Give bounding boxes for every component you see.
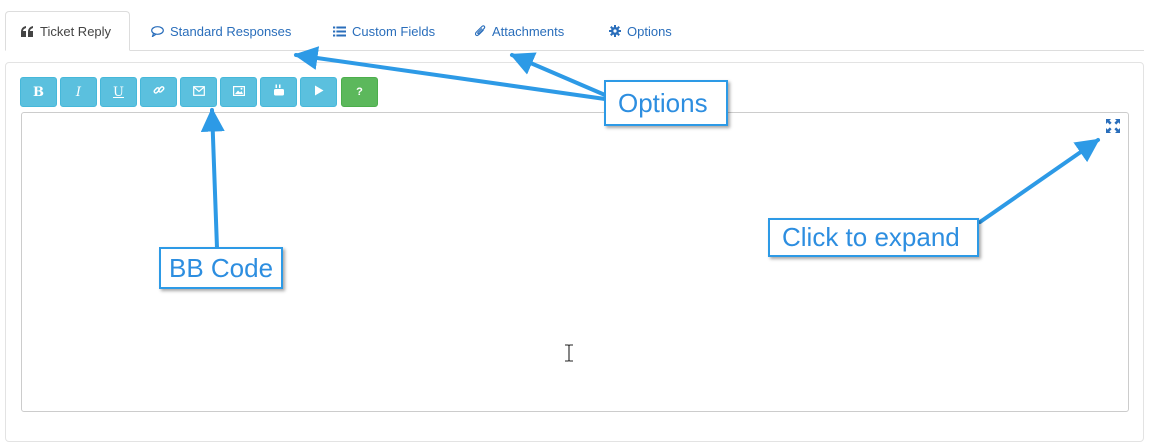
- tab-attachments[interactable]: Attachments: [475, 11, 564, 51]
- comment-icon: [151, 25, 164, 37]
- quote-icon: [21, 25, 34, 37]
- tab-label: Custom Fields: [352, 23, 436, 39]
- tab-label: Ticket Reply: [40, 23, 112, 39]
- expand-editor-button[interactable]: [1106, 119, 1120, 133]
- tab-label: Standard Responses: [170, 23, 292, 39]
- list-icon: [333, 26, 346, 37]
- reply-tabs: Ticket Reply Standard Responses Custom F…: [0, 0, 1149, 52]
- bb-code-callout: BB Code: [159, 247, 283, 289]
- expand-callout: Click to expand: [768, 218, 979, 257]
- text-cursor-icon: [564, 344, 574, 362]
- underline-button[interactable]: U: [100, 77, 137, 107]
- bold-button[interactable]: B: [20, 77, 57, 107]
- options-callout: Options: [604, 80, 728, 126]
- link-button[interactable]: [140, 77, 177, 107]
- tab-label: Attachments: [492, 23, 565, 39]
- image-icon: [232, 85, 245, 100]
- email-icon: [192, 85, 205, 100]
- gear-icon: [609, 25, 621, 37]
- help-button[interactable]: ?: [341, 77, 378, 107]
- tab-ticket-reply[interactable]: Ticket Reply: [5, 11, 130, 51]
- video-play-icon: [314, 85, 324, 100]
- expand-icon: [1106, 119, 1120, 137]
- tab-standard-responses[interactable]: Standard Responses: [151, 11, 291, 51]
- tab-custom-fields[interactable]: Custom Fields: [333, 11, 435, 51]
- video-button[interactable]: [300, 77, 337, 107]
- paperclip-icon: [475, 25, 486, 37]
- youtube-icon: [273, 84, 285, 100]
- email-button[interactable]: [180, 77, 217, 107]
- tab-label: Options: [627, 23, 672, 39]
- youtube-button[interactable]: [260, 77, 297, 107]
- link-icon: [153, 84, 165, 100]
- italic-button[interactable]: I: [60, 77, 97, 107]
- image-button[interactable]: [220, 77, 257, 107]
- tab-options[interactable]: Options: [609, 11, 672, 51]
